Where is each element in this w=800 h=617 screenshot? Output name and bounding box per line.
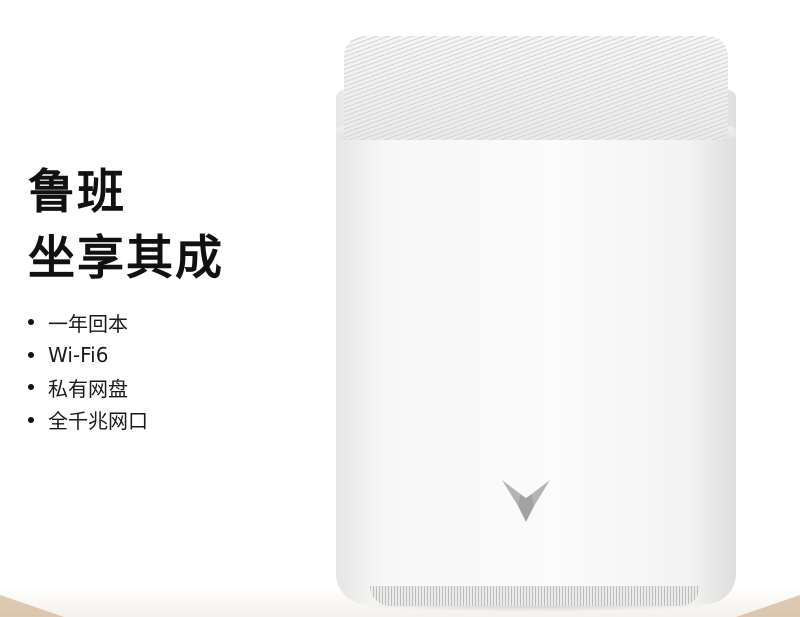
headline-line-1: 鲁班 [28,165,126,220]
feature-item: Wi-Fi6 [28,339,148,372]
bullet-dot-icon [28,416,34,423]
feature-label: Wi-Fi6 [48,342,109,367]
feature-item: 一年回本 [28,306,148,339]
feature-label: 私有网盘 [48,376,128,401]
product-banner: 鲁班 坐享其成 一年回本 Wi-Fi6 私有网盘 全千兆网口 [0,0,800,617]
feature-label: 全千兆网口 [48,409,148,434]
router-top-grille [344,36,728,140]
bullet-dot-icon [28,351,34,358]
feature-item: 全千兆网口 [28,404,148,437]
headline-line-2: 坐享其成 [28,231,224,286]
router-body [336,90,736,604]
feature-list: 一年回本 Wi-Fi6 私有网盘 全千兆网口 [28,306,148,436]
feature-item: 私有网盘 [28,371,148,404]
brand-y-logo-icon [502,480,550,522]
headline: 鲁班 坐享其成 [28,160,224,292]
router-bottom-vent [370,586,700,606]
bullet-dot-icon [28,319,34,326]
bullet-dot-icon [28,384,34,391]
feature-label: 一年回本 [48,311,128,336]
router-device-image [330,30,742,612]
